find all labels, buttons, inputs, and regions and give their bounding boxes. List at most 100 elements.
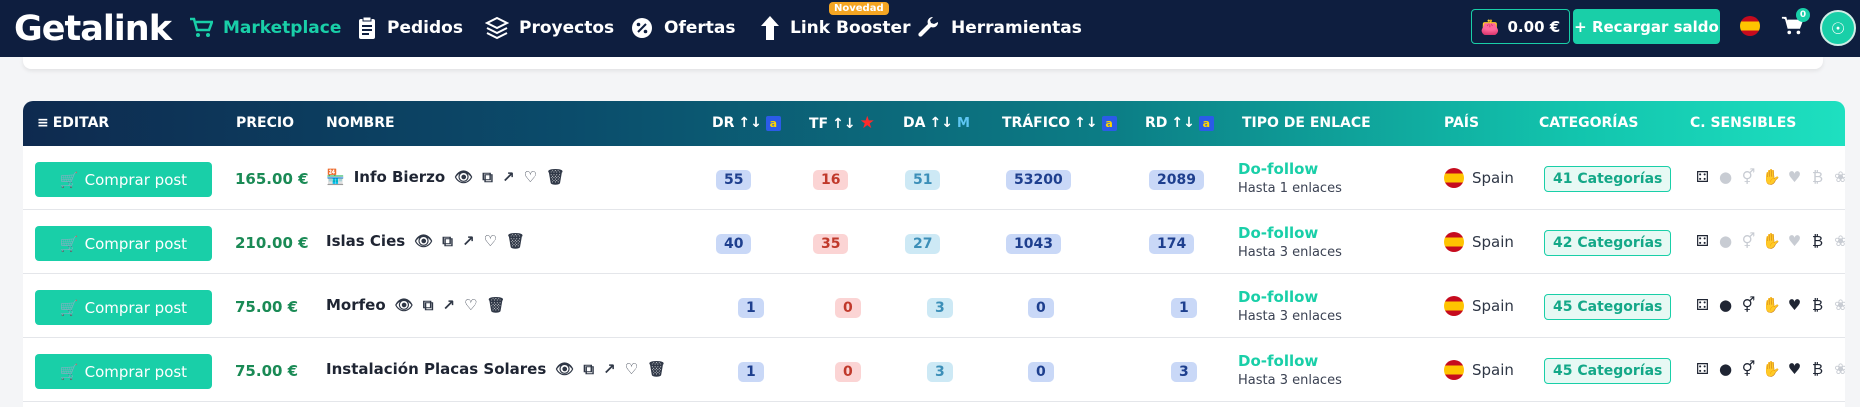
buy-post-button[interactable]: 🛒 Comprar post	[35, 290, 212, 325]
adult-18-icon: ♥	[1787, 296, 1802, 314]
header-price[interactable]: PRECIO	[236, 115, 294, 131]
eye-icon[interactable]: 👁	[395, 296, 414, 314]
eye-icon[interactable]: 👁	[414, 232, 433, 250]
nav-pedidos[interactable]: Pedidos	[357, 14, 463, 42]
heart-icon[interactable]: ♡	[625, 360, 638, 378]
table-row: 🛒 Comprar post 75.00 € Instalación Placas…	[23, 338, 1845, 402]
new-badge: Novedad	[829, 2, 889, 15]
hand-icon: ✋	[1762, 360, 1781, 378]
cart-icon	[190, 17, 213, 37]
header-sensitive[interactable]: C. SENSIBLES	[1690, 115, 1796, 131]
external-link-icon[interactable]: ↗	[462, 232, 475, 250]
nav-link-booster[interactable]: Link Booster	[760, 14, 910, 42]
nav-proyectos[interactable]: Proyectos	[485, 14, 614, 42]
price: 75.00 €	[235, 362, 299, 380]
link-type-label: Do-follow	[1238, 352, 1319, 370]
copy-icon[interactable]: ⧉	[583, 360, 594, 378]
cannabis-icon: ❀	[1834, 360, 1845, 378]
heart-icon[interactable]: ♡	[464, 296, 477, 314]
header-traffic[interactable]: TRÁFICO ↑↓ a	[1002, 115, 1117, 131]
heart-icon[interactable]: ♡	[524, 168, 537, 186]
wrench-icon	[918, 16, 939, 37]
filters-card	[23, 57, 1823, 69]
cart-icon: 🛒	[59, 234, 79, 253]
trash-icon[interactable]: 🗑	[647, 360, 666, 378]
site-name: Instalación Placas Solares 👁 ⧉ ↗ ♡ 🗑	[326, 360, 666, 378]
balance-button[interactable]: 👛 0.00 €	[1471, 9, 1570, 44]
trash-icon[interactable]: 🗑	[506, 232, 525, 250]
header-categories[interactable]: CATEGORÍAS	[1539, 115, 1638, 131]
header-tf[interactable]: TF ↑↓ ★	[809, 115, 875, 132]
categories-badge[interactable]: 45 Categorías	[1544, 358, 1672, 384]
header-da[interactable]: DA ↑↓ M	[903, 115, 970, 131]
sort-icon: ↑↓	[1074, 115, 1098, 131]
price: 165.00 €	[235, 170, 309, 188]
copy-icon[interactable]: ⧉	[423, 296, 434, 314]
logo[interactable]: Getalink	[14, 9, 172, 49]
cart-icon: 🛒	[59, 170, 79, 189]
nav-pedidos-label: Pedidos	[387, 18, 463, 38]
country: Spain	[1444, 360, 1514, 380]
external-link-icon[interactable]: ↗	[442, 296, 455, 314]
categories-badge[interactable]: 42 Categorías	[1544, 230, 1672, 256]
sort-icon: ↑↓	[738, 115, 762, 131]
buy-post-button[interactable]: 🛒 Comprar post	[35, 354, 212, 389]
header-rd[interactable]: RD ↑↓ a	[1145, 115, 1214, 131]
nav-marketplace[interactable]: Marketplace	[189, 14, 341, 42]
sensitive-categories: ⚃ ● ⚥ ✋ ♥ ₿ ❀	[1693, 360, 1845, 379]
header-country[interactable]: PAÍS	[1444, 115, 1479, 131]
country-label: Spain	[1472, 297, 1514, 315]
spain-flag-icon	[1444, 232, 1464, 252]
recharge-button[interactable]: + Recargar saldo	[1573, 9, 1720, 44]
heart-icon[interactable]: ♡	[484, 232, 497, 250]
dr-value: 1	[738, 298, 764, 318]
rd-value: 3	[1171, 362, 1197, 382]
ahrefs-icon: a	[765, 115, 781, 131]
site-name-label[interactable]: Islas Cies	[326, 232, 405, 250]
country: Spain	[1444, 232, 1514, 252]
eye-icon[interactable]: 👁	[454, 168, 473, 186]
pills-icon: ●	[1718, 232, 1733, 250]
external-link-icon[interactable]: ↗	[502, 168, 515, 186]
header-name[interactable]: NOMBRE	[326, 115, 395, 131]
dr-value: 1	[738, 362, 764, 382]
casino-dice-icon: ⚃	[1695, 168, 1710, 186]
cart-icon: 🛒	[59, 298, 79, 317]
cart-icon: 🛒	[59, 362, 79, 381]
cannabis-icon: ❀	[1834, 168, 1845, 186]
site-name-label[interactable]: Instalación Placas Solares	[326, 360, 546, 378]
eye-icon[interactable]: 👁	[555, 360, 574, 378]
trash-icon[interactable]: 🗑	[546, 168, 565, 186]
copy-icon[interactable]: ⧉	[442, 232, 453, 250]
header-edit[interactable]: ≡ EDITAR	[37, 115, 109, 131]
gender-icon: ⚥	[1741, 296, 1756, 314]
marketplace-table: ≡ EDITAR PRECIO NOMBRE DR ↑↓ a TF ↑↓ ★ D…	[23, 101, 1845, 407]
header-dr[interactable]: DR ↑↓ a	[712, 115, 781, 131]
adult-18-icon: ♥	[1787, 232, 1802, 250]
spain-flag-icon	[1444, 296, 1464, 316]
buy-post-button[interactable]: 🛒 Comprar post	[35, 226, 212, 261]
copy-icon[interactable]: ⧉	[482, 168, 493, 186]
external-link-icon[interactable]: ↗	[603, 360, 616, 378]
nav-herramientas[interactable]: Herramientas	[917, 14, 1082, 42]
trash-icon[interactable]: 🗑	[486, 296, 505, 314]
site-name-label[interactable]: Info Bierzo	[354, 168, 446, 186]
adult-18-icon: ♥	[1787, 360, 1802, 378]
header-link-type[interactable]: TIPO DE ENLACE	[1242, 115, 1371, 131]
categories-badge[interactable]: 41 Categorías	[1544, 166, 1672, 192]
buy-post-button[interactable]: 🛒 Comprar post	[35, 162, 212, 197]
spain-flag-icon[interactable]	[1740, 16, 1760, 36]
user-avatar[interactable]: ☉	[1820, 10, 1856, 46]
site-name-label[interactable]: Morfeo	[326, 296, 386, 314]
wallet-icon: 👛	[1480, 17, 1500, 36]
nav-ofertas-label: Ofertas	[664, 18, 736, 38]
nav-ofertas[interactable]: Ofertas	[630, 14, 735, 42]
header-dr-label: DR	[712, 115, 735, 131]
categories-badge[interactable]: 45 Categorías	[1544, 294, 1672, 320]
da-value: 51	[905, 170, 941, 190]
hand-icon: ✋	[1762, 168, 1781, 186]
da-value: 3	[927, 362, 953, 382]
spain-flag-icon	[1444, 360, 1464, 380]
store-icon: 🏪	[326, 168, 345, 186]
link-type: Do-follow Hasta 3 enlaces	[1238, 288, 1342, 324]
